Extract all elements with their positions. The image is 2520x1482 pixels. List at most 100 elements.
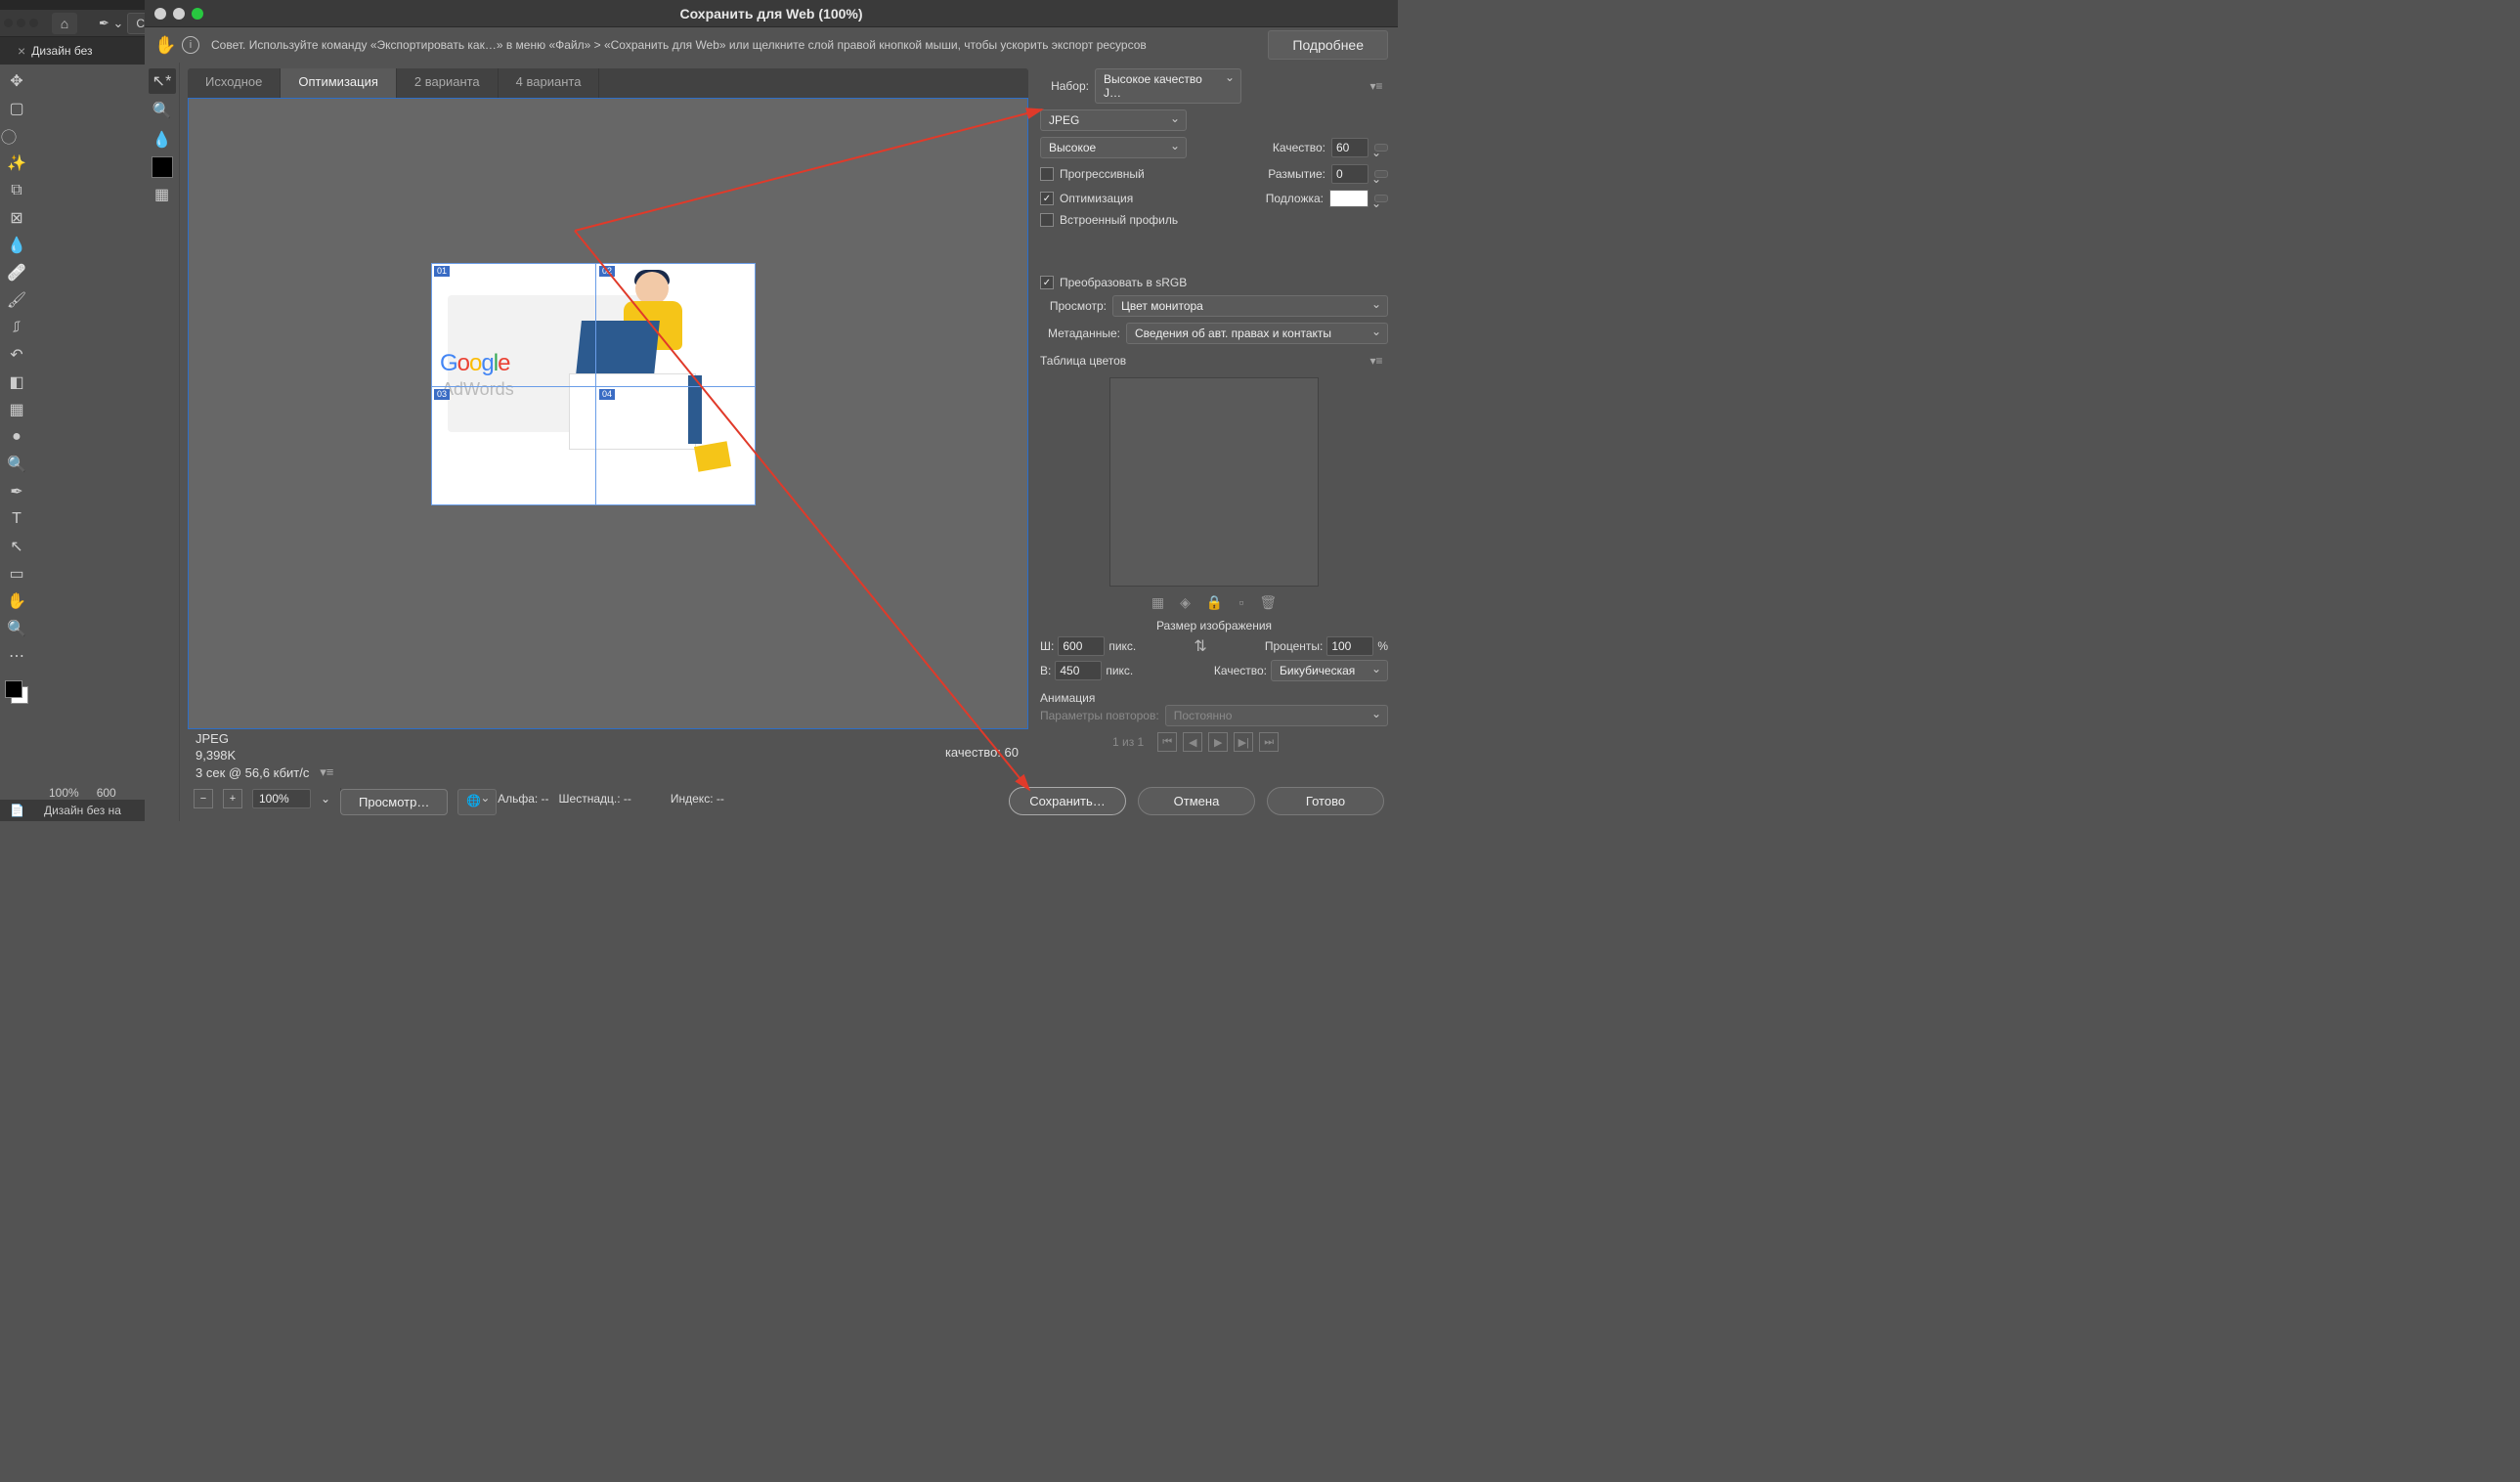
width-input[interactable] [1058, 636, 1105, 656]
browser-preview-select[interactable]: 🌐 [457, 789, 497, 815]
document-tab[interactable]: × Дизайн без [8, 39, 103, 63]
tab-optimized[interactable]: Оптимизация [281, 68, 397, 98]
tab-2up[interactable]: 2 варианта [397, 68, 499, 98]
image-size-label: Размер изображения [1040, 619, 1388, 632]
zoom-in-icon[interactable]: + [223, 789, 242, 808]
eyedropper-tool-dlg[interactable]: 💧 [149, 127, 176, 153]
percent-input[interactable] [1326, 636, 1373, 656]
slice-select-tool[interactable]: 🔍 [149, 98, 176, 123]
optimized-checkbox[interactable]: ✓ [1040, 192, 1054, 205]
readout-alpha: Альфа: -- [498, 792, 548, 806]
slice-visibility-icon[interactable]: ▦ [149, 182, 176, 207]
preview-image: Google AdWords 01 02 03 04 [431, 263, 756, 505]
lasso-tool[interactable]: ⃝ [4, 123, 29, 149]
blur-tool[interactable]: ● [4, 424, 29, 450]
learn-more-button[interactable]: Подробнее [1268, 30, 1388, 60]
gradient-tool[interactable]: ▦ [4, 397, 29, 422]
more-tools[interactable]: ⋯ [4, 643, 29, 669]
tab-4up[interactable]: 4 варианта [499, 68, 600, 98]
zoom-field[interactable] [252, 789, 311, 808]
status-menu-icon[interactable]: ▾≡ [315, 764, 338, 780]
chevron-down-icon[interactable]: ⌄ [321, 792, 330, 806]
loop-select: Постоянно [1165, 705, 1388, 726]
readout-hex: Шестнадц.: -- [559, 792, 631, 806]
pen-tool[interactable]: ✒ [4, 479, 29, 504]
quality-input[interactable] [1331, 138, 1369, 157]
color-table-menu-icon[interactable]: ▾≡ [1365, 354, 1388, 368]
settings-panel: Набор: Высокое качество J… ▾≡ JPEG Высок… [1036, 63, 1398, 821]
resample-select[interactable]: Бикубическая [1271, 660, 1388, 681]
status-quality: качество: 60 [945, 745, 1019, 760]
ct-icon[interactable]: 🔒 [1206, 594, 1223, 611]
height-input[interactable] [1055, 661, 1102, 680]
embed-profile-checkbox[interactable] [1040, 213, 1054, 227]
fg-color-swatch[interactable] [5, 680, 22, 698]
ct-icon[interactable]: 🗑 [1259, 594, 1277, 611]
first-frame-icon: ⏮ [1157, 732, 1177, 752]
zoom-out-icon[interactable]: − [194, 789, 213, 808]
hand-tool-dlg[interactable]: ↖* [149, 68, 176, 94]
preview-button[interactable]: Просмотр… [340, 789, 448, 815]
blur-input[interactable] [1331, 164, 1369, 184]
brush-icon[interactable]: ✒︎ ⌄ [99, 16, 123, 31]
link-icon[interactable]: ⇅ [1192, 636, 1208, 656]
quality-slider[interactable] [1374, 144, 1388, 152]
tab-original[interactable]: Исходное [188, 68, 281, 98]
history-brush-tool[interactable]: ↶ [4, 342, 29, 368]
srgb-checkbox[interactable]: ✓ [1040, 276, 1054, 289]
hand-tool[interactable]: ✋ [4, 588, 29, 614]
cancel-button[interactable]: Отмена [1138, 787, 1255, 815]
brush-tool[interactable]: 🖌 [4, 287, 29, 313]
embed-profile-label: Встроенный профиль [1060, 213, 1178, 227]
preview-canvas[interactable]: Google AdWords 01 02 03 04 [188, 98, 1028, 729]
blur-slider[interactable] [1374, 170, 1388, 178]
loop-label: Параметры повторов: [1040, 709, 1159, 722]
save-button[interactable]: Сохранить… [1009, 787, 1126, 815]
crop-tool[interactable]: ⧉ [4, 178, 29, 203]
view-select[interactable]: Цвет монитора [1112, 295, 1388, 317]
preset-label: Набор: [1040, 79, 1089, 93]
eyedropper-tool[interactable]: 💧 [4, 233, 29, 258]
quality-label: Качество: [1273, 141, 1325, 154]
close-icon[interactable]: × [18, 43, 25, 59]
readout-index: Индекс: -- [671, 792, 724, 806]
matte-menu[interactable] [1374, 195, 1388, 202]
color-table [1109, 377, 1319, 587]
srgb-label: Преобразовать в sRGB [1060, 276, 1187, 289]
slice-badge: 04 [599, 389, 615, 400]
status-size: 9,398K [196, 748, 1021, 763]
progressive-checkbox[interactable] [1040, 167, 1054, 181]
dodge-tool[interactable]: 🔍 [4, 452, 29, 477]
type-tool[interactable]: T [4, 506, 29, 532]
ct-icon[interactable]: ◈ [1180, 594, 1191, 611]
ct-icon[interactable]: ▫ [1238, 594, 1243, 611]
bg-zoom: 100% [49, 786, 79, 800]
eraser-tool[interactable]: ◧ [4, 370, 29, 395]
marquee-tool[interactable]: ▢ [4, 96, 29, 121]
home-icon[interactable]: ⌂ [52, 13, 77, 34]
done-button[interactable]: Готово [1267, 787, 1384, 815]
eyedropper-color[interactable] [152, 156, 173, 178]
quality-preset-select[interactable]: Высокое [1040, 137, 1187, 158]
magic-wand-tool[interactable]: ✨ [4, 151, 29, 176]
frame-tool[interactable]: ⊠ [4, 205, 29, 231]
move-tool[interactable]: ✥ [4, 68, 29, 94]
prev-frame-icon: ◀ [1183, 732, 1202, 752]
hand-icon[interactable]: ✋ [154, 35, 174, 56]
healing-brush-tool[interactable]: 🩹 [4, 260, 29, 285]
metadata-select[interactable]: Сведения об авт. правах и контакты [1126, 323, 1388, 344]
info-icon: i [182, 36, 199, 54]
ct-icon[interactable]: ▦ [1151, 594, 1164, 611]
frame-counter: 1 из 1 [1112, 735, 1144, 749]
rectangle-tool[interactable]: ▭ [4, 561, 29, 587]
matte-swatch[interactable] [1329, 190, 1369, 207]
zoom-tool[interactable]: 🔍 [4, 616, 29, 641]
slice-badge: 03 [434, 389, 450, 400]
preset-select[interactable]: Высокое качество J… [1095, 68, 1241, 104]
clone-stamp-tool[interactable]: ⎎ [4, 315, 29, 340]
resample-label: Качество: [1214, 664, 1267, 677]
path-select-tool[interactable]: ↖ [4, 534, 29, 559]
format-select[interactable]: JPEG [1040, 109, 1187, 131]
preset-menu-icon[interactable]: ▾≡ [1365, 79, 1388, 93]
status-format: JPEG [196, 731, 1021, 746]
